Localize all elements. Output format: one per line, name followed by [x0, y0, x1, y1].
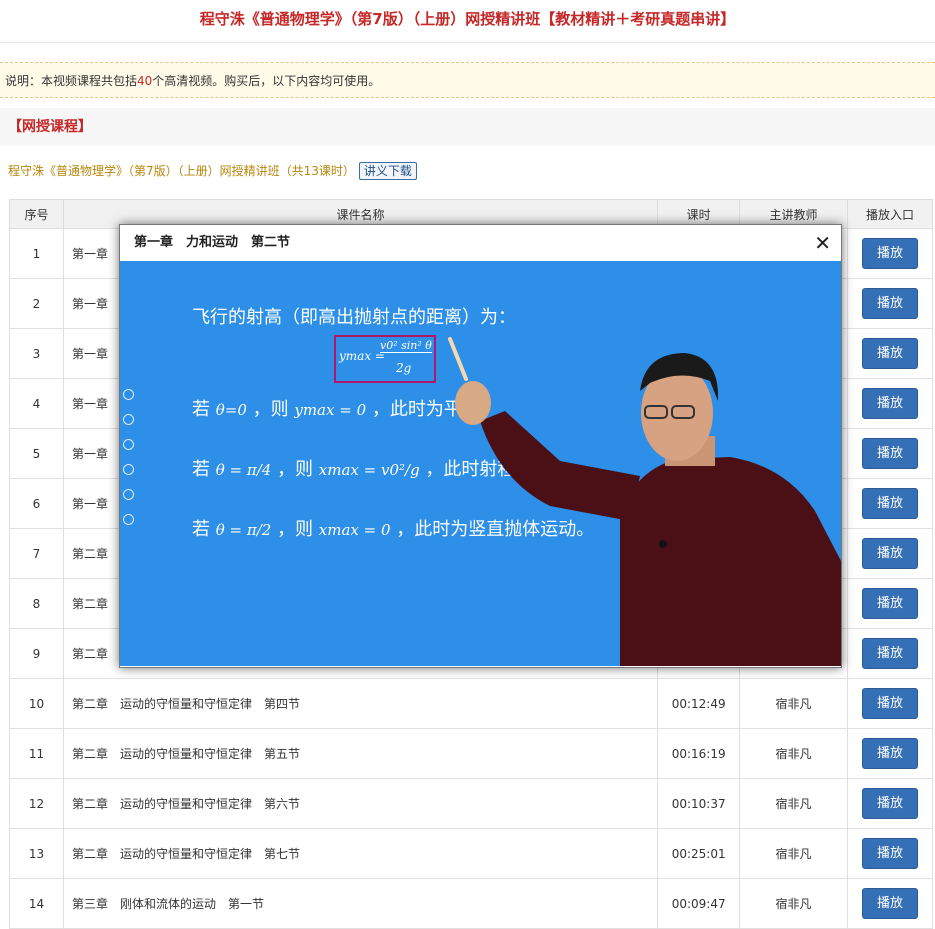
play-cell: 播放 — [846, 578, 934, 629]
notice-suffix: 个高清视频。购买后，以下内容均可使用。 — [152, 74, 381, 88]
col-header-no: 序号 — [9, 199, 64, 229]
modal-title: 第一章 力和运动 第二节 — [134, 235, 291, 250]
play-button[interactable]: 播放 — [861, 538, 918, 569]
play-cell: 播放 — [846, 778, 934, 829]
lesson-name: 第二章 运动的守恒量和守恒定律 第五节 — [62, 728, 659, 779]
row-number: 8 — [9, 578, 64, 629]
notice-bar: 说明：本视频课程共包括40个高清视频。购买后，以下内容均可使用。 — [0, 62, 935, 98]
play-button[interactable]: 播放 — [861, 238, 918, 269]
play-cell: 播放 — [846, 528, 934, 579]
play-cell: 播放 — [846, 278, 934, 329]
play-cell: 播放 — [846, 678, 934, 729]
notice-count: 40 — [137, 74, 153, 88]
video-modal: 第一章 力和运动 第二节 ✕ 飞行的射高（即高出抛射点的距离）为： ymax =… — [119, 224, 842, 668]
section-title: 【网授课程】 — [0, 108, 935, 146]
play-cell: 播放 — [846, 428, 934, 479]
play-button[interactable]: 播放 — [861, 738, 918, 769]
lesson-teacher: 宿非凡 — [739, 778, 848, 829]
page-title: 程守洙《普通物理学》（第7版）（上册）网授精讲班【教材精讲＋考研真题串讲】 — [0, 0, 935, 43]
table-row: 10 第二章 运动的守恒量和守恒定律 第四节 00:12:49 宿非凡 播放 — [9, 678, 934, 729]
play-cell: 播放 — [846, 878, 934, 929]
play-cell: 播放 — [846, 228, 934, 279]
lesson-duration: 00:25:01 — [657, 828, 741, 879]
course-line: 程守洙《普通物理学》（第7版）（上册）网授精讲班（共13课时） 讲义下载 — [8, 162, 417, 180]
row-number: 7 — [9, 528, 64, 579]
lesson-duration: 00:16:19 — [657, 728, 741, 779]
lesson-duration: 00:10:37 — [657, 778, 741, 829]
lesson-name: 第二章 运动的守恒量和守恒定律 第四节 — [62, 678, 659, 729]
play-cell: 播放 — [846, 328, 934, 379]
play-cell: 播放 — [846, 378, 934, 429]
table-row: 11 第二章 运动的守恒量和守恒定律 第五节 00:16:19 宿非凡 播放 — [9, 728, 934, 779]
row-number: 1 — [9, 228, 64, 279]
lesson-teacher: 宿非凡 — [739, 678, 848, 729]
notice-prefix: 说明：本视频课程共包括 — [5, 74, 138, 88]
play-cell: 播放 — [846, 728, 934, 779]
instructor-figure — [448, 337, 841, 666]
lesson-teacher: 宿非凡 — [739, 878, 848, 929]
play-button[interactable]: 播放 — [861, 288, 918, 319]
col-header-play: 播放入口 — [846, 199, 934, 229]
row-number: 10 — [9, 678, 64, 729]
row-number: 11 — [9, 728, 64, 779]
play-button[interactable]: 播放 — [861, 838, 918, 869]
lesson-name: 第二章 运动的守恒量和守恒定律 第六节 — [62, 778, 659, 829]
row-number: 14 — [9, 878, 64, 929]
lesson-duration: 00:09:47 — [657, 878, 741, 929]
play-cell: 播放 — [846, 828, 934, 879]
row-number: 2 — [9, 278, 64, 329]
lesson-duration: 00:12:49 — [657, 678, 741, 729]
download-notes-button[interactable]: 讲义下载 — [358, 162, 417, 180]
row-number: 9 — [9, 628, 64, 679]
table-row: 13 第二章 运动的守恒量和守恒定律 第七节 00:25:01 宿非凡 播放 — [9, 828, 934, 879]
play-button[interactable]: 播放 — [861, 338, 918, 369]
play-button[interactable]: 播放 — [861, 488, 918, 519]
close-icon[interactable]: ✕ — [814, 231, 831, 255]
video-player[interactable]: 飞行的射高（即高出抛射点的距离）为： ymax = v0² sin² θ 2g … — [120, 261, 841, 666]
row-number: 5 — [9, 428, 64, 479]
play-cell: 播放 — [846, 478, 934, 529]
row-number: 3 — [9, 328, 64, 379]
table-row: 12 第二章 运动的守恒量和守恒定律 第六节 00:10:37 宿非凡 播放 — [9, 778, 934, 829]
row-number: 12 — [9, 778, 64, 829]
play-button[interactable]: 播放 — [861, 788, 918, 819]
lesson-name: 第二章 运动的守恒量和守恒定律 第七节 — [62, 828, 659, 879]
play-button[interactable]: 播放 — [861, 388, 918, 419]
row-number: 13 — [9, 828, 64, 879]
row-number: 6 — [9, 478, 64, 529]
play-button[interactable]: 播放 — [861, 588, 918, 619]
table-row: 14 第三章 刚体和流体的运动 第一节 00:09:47 宿非凡 播放 — [9, 878, 934, 929]
play-cell: 播放 — [846, 628, 934, 679]
row-number: 4 — [9, 378, 64, 429]
lesson-name: 第三章 刚体和流体的运动 第一节 — [62, 878, 659, 929]
play-button[interactable]: 播放 — [861, 688, 918, 719]
play-button[interactable]: 播放 — [861, 638, 918, 669]
play-button[interactable]: 播放 — [861, 438, 918, 469]
lesson-teacher: 宿非凡 — [739, 728, 848, 779]
play-button[interactable]: 播放 — [861, 888, 918, 919]
course-name: 程守洙《普通物理学》（第7版）（上册）网授精讲班（共13课时） — [8, 164, 355, 178]
lesson-teacher: 宿非凡 — [739, 828, 848, 879]
